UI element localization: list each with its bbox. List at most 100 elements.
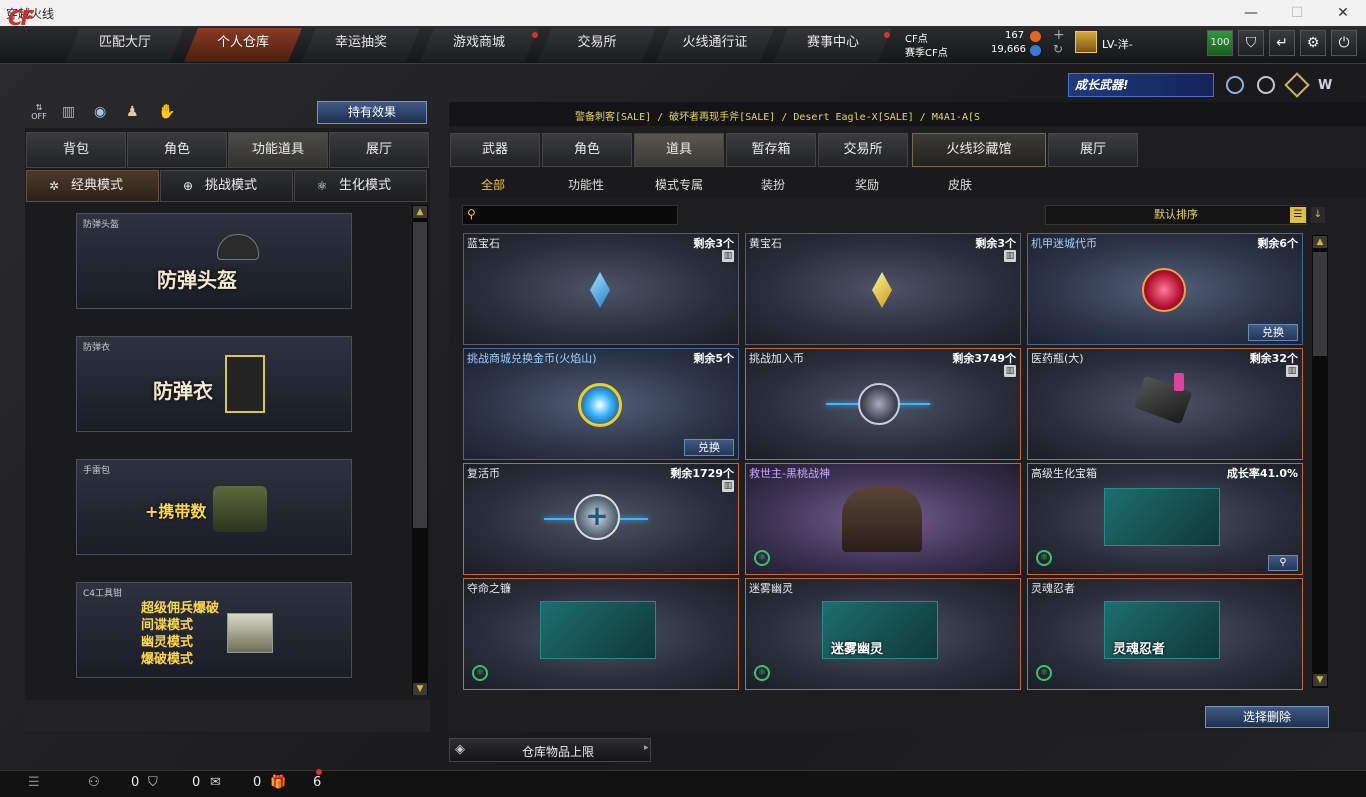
item-card-topaz[interactable]: 黄宝石 剩余3个 ▥ bbox=[745, 233, 1021, 345]
tab-weapons[interactable]: 武器 bbox=[450, 133, 540, 167]
clan-shield-icon[interactable]: ⛉ bbox=[148, 775, 158, 790]
select-delete-button[interactable]: 选择删除 bbox=[1205, 706, 1329, 728]
maximize-button[interactable]: ☐ bbox=[1274, 0, 1320, 26]
left-tab-showroom[interactable]: 展厅 bbox=[329, 132, 429, 168]
nav-tab-exchange[interactable]: 交易所 bbox=[538, 28, 656, 62]
item-card-mist-ghost[interactable]: 迷雾幽灵 迷雾幽灵 ⚛ bbox=[745, 578, 1021, 690]
nav-tab-events[interactable]: 赛事中心 bbox=[774, 28, 892, 62]
items-scroll-down[interactable]: ▼ bbox=[1313, 674, 1327, 686]
effect-card-helmet[interactable]: 防弹头盔 防弹头盔 bbox=[76, 213, 352, 309]
minimize-button[interactable]: — bbox=[1228, 0, 1274, 26]
mode-tab-zombie[interactable]: ⚛ 生化模式 bbox=[294, 170, 427, 202]
sort-dropdown[interactable]: 默认排序 bbox=[1045, 205, 1307, 225]
trash-icon[interactable]: ▥ bbox=[1286, 365, 1298, 377]
mode-label: 经典模式 bbox=[71, 178, 124, 193]
tab-storage[interactable]: 暂存箱 bbox=[726, 133, 816, 167]
sale-ticker[interactable]: 警备刺客[SALE] / 破坏者再现手斧[SALE] / Desert Eagl… bbox=[575, 108, 980, 123]
tab-exchange[interactable]: 交易所 bbox=[818, 133, 908, 167]
item-card-med-bottle[interactable]: 医药瓶(大) 剩余32个 ▥ bbox=[1027, 348, 1303, 460]
left-tab-backpack[interactable]: 背包 bbox=[26, 132, 126, 168]
tab-characters[interactable]: 角色 bbox=[542, 133, 632, 167]
add-cf-icon[interactable]: + bbox=[1053, 27, 1065, 43]
subtab-all[interactable]: 全部 bbox=[481, 176, 505, 193]
list-view-icon[interactable]: ☰ bbox=[1290, 207, 1306, 223]
cf-logo[interactable]: CF bbox=[8, 6, 66, 32]
exchange-button[interactable]: 兑换 bbox=[1248, 324, 1298, 341]
nav-tab-warehouse[interactable]: 个人仓库 bbox=[184, 28, 302, 62]
friends-icon[interactable]: ⚇ bbox=[88, 775, 100, 790]
items-scroll-thumb[interactable] bbox=[1313, 252, 1327, 356]
layers-icon: ◈ bbox=[455, 742, 465, 757]
eye-icon[interactable]: ◉ bbox=[94, 104, 112, 122]
items-scroll-up[interactable]: ▲ bbox=[1313, 236, 1327, 248]
subtab-skins[interactable]: 皮肤 bbox=[948, 176, 972, 193]
effect-card-c4-pliers[interactable]: C4工具钳 超级佣兵爆破 间谍模式 幽灵模式 爆破模式 bbox=[76, 582, 352, 678]
subtab-functional[interactable]: 功能性 bbox=[568, 176, 604, 193]
tab-collection-hall[interactable]: 火线珍藏馆 bbox=[912, 133, 1046, 167]
gift-icon[interactable]: 🎁 bbox=[270, 775, 286, 790]
effect-card-vest[interactable]: 防弹衣 防弹衣 bbox=[76, 336, 352, 432]
left-scroll-up[interactable]: ▲ bbox=[413, 206, 427, 218]
item-card-sapphire[interactable]: 蓝宝石 剩余3个 ▥ bbox=[463, 233, 739, 345]
badge-100[interactable]: 100 bbox=[1207, 30, 1233, 56]
item-card-zombie-box[interactable]: 高级生化宝箱 成长率41.0% ⚛ ⚲ bbox=[1027, 463, 1303, 575]
effect-card-grenade[interactable]: 手雷包 +携带数 bbox=[76, 459, 352, 555]
mecha-token-icon bbox=[1142, 268, 1186, 312]
left-scroll-down[interactable]: ▼ bbox=[413, 683, 427, 695]
sort-order-icon[interactable]: ↓ bbox=[1311, 207, 1325, 223]
growth-weapon-banner[interactable]: 成长武器! bbox=[1068, 73, 1214, 97]
inspect-button[interactable]: ⚲ bbox=[1268, 555, 1298, 571]
tab-items[interactable]: 道具 bbox=[634, 133, 724, 167]
left-scroll-thumb[interactable] bbox=[413, 222, 427, 528]
mode-tab-challenge[interactable]: ⊕ 挑战模式 bbox=[160, 170, 293, 202]
item-name: 救世主-黑桃战神 bbox=[749, 467, 830, 480]
gear-icon[interactable]: ⚙ bbox=[1300, 30, 1326, 56]
trash-icon[interactable]: ▥ bbox=[722, 480, 734, 492]
refresh-icon[interactable]: ↻ bbox=[1053, 42, 1063, 56]
subtab-mode-exclusive[interactable]: 模式专属 bbox=[655, 176, 703, 193]
item-card-soul-ninja[interactable]: 灵魂忍者 灵魂忍者 ⚛ bbox=[1027, 578, 1303, 690]
nav-tab-battle-pass[interactable]: 火线通行证 bbox=[656, 28, 774, 62]
mode-tab-classic[interactable]: ✲ 经典模式 bbox=[26, 170, 159, 202]
power-icon[interactable]: ⏻ bbox=[1331, 30, 1357, 56]
item-card-savior[interactable]: 救世主-黑桃战神 ⚛ bbox=[745, 463, 1021, 575]
glove-icon[interactable]: ✋ bbox=[158, 104, 176, 122]
trash-icon[interactable]: ▥ bbox=[722, 250, 734, 262]
capacity-bar[interactable]: ◈ 仓库物品上限 ▸ bbox=[449, 738, 651, 762]
left-tab-character[interactable]: 角色 bbox=[127, 132, 227, 168]
menu-list-icon[interactable]: ☰ bbox=[28, 775, 40, 790]
event-icon-4[interactable]: W bbox=[1318, 78, 1338, 93]
toggle-off-icon[interactable]: ⇅ OFF bbox=[28, 103, 50, 125]
item-card-mecha-token[interactable]: 机甲迷城代币 剩余6个 兑换 bbox=[1027, 233, 1303, 345]
stats-icon[interactable]: ▥ bbox=[62, 104, 80, 122]
mode-label: 挑战模式 bbox=[205, 178, 258, 193]
item-count: 剩余1729个 bbox=[670, 467, 734, 480]
tab-showroom[interactable]: 展厅 bbox=[1048, 133, 1138, 167]
search-input[interactable]: ⚲ bbox=[462, 205, 678, 225]
character-icon[interactable]: ♟ bbox=[126, 104, 144, 122]
nav-tab-match-lobby[interactable]: 匹配大厅 bbox=[66, 28, 184, 62]
event-icon-1[interactable] bbox=[1226, 76, 1244, 94]
item-card-revive-coin[interactable]: 复活币 剩余1729个 ▥ + bbox=[463, 463, 739, 575]
gift-notification-dot bbox=[316, 769, 322, 775]
event-icon-2[interactable] bbox=[1257, 76, 1275, 94]
return-icon[interactable]: ↵ bbox=[1269, 30, 1295, 56]
item-card-challenge-coin[interactable]: 挑战加入币 剩余3749个 ▥ bbox=[745, 348, 1021, 460]
shield-icon[interactable]: ⛉ bbox=[1238, 30, 1264, 56]
item-name: 高级生化宝箱 bbox=[1031, 467, 1097, 480]
item-card-death-scythe[interactable]: 夺命之镰 ⚛ bbox=[463, 578, 739, 690]
message-bubble-icon[interactable]: ✉ bbox=[210, 775, 221, 790]
player-level[interactable]: LV-洋- bbox=[1075, 30, 1175, 56]
nav-tab-lottery[interactable]: 幸运抽奖 bbox=[302, 28, 420, 62]
trash-icon[interactable]: ▥ bbox=[1004, 365, 1016, 377]
left-tab-function-items[interactable]: 功能道具 bbox=[228, 132, 328, 168]
subtab-costume[interactable]: 装扮 bbox=[761, 176, 785, 193]
trash-icon[interactable]: ▥ bbox=[1004, 250, 1016, 262]
exchange-button[interactable]: 兑换 bbox=[684, 439, 734, 456]
close-button[interactable]: ✕ bbox=[1320, 0, 1366, 26]
item-card-challenge-gold[interactable]: 挑战商城兑换金币(火焰山) 剩余5个 兑换 bbox=[463, 348, 739, 460]
owned-effects-button[interactable]: 持有效果 bbox=[317, 101, 427, 124]
subtab-rewards[interactable]: 奖励 bbox=[855, 176, 879, 193]
card-label: 手雷包 bbox=[83, 466, 111, 476]
nav-tab-shop[interactable]: 游戏商城 bbox=[420, 28, 538, 62]
